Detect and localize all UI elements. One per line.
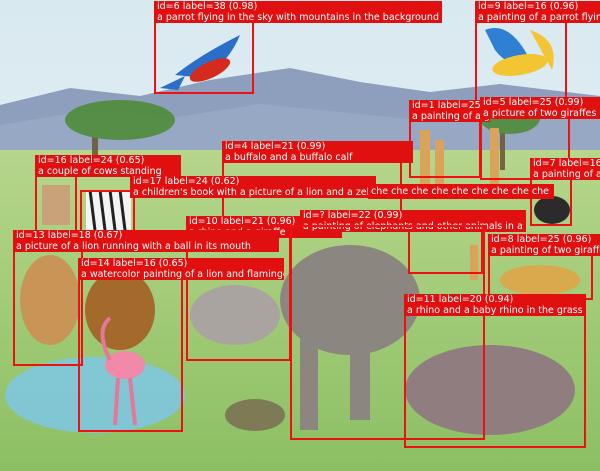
- detection-box[interactable]: [80, 190, 135, 235]
- detection-box[interactable]: [78, 274, 183, 432]
- detection-label: che che che che che che che che che: [368, 184, 554, 199]
- annotated-image: id=6 label=38 (0.98) a parrot flying in t…: [0, 0, 600, 471]
- detection-label: id=9 label=16 (0.96) a painting of a parr…: [475, 1, 600, 23]
- detection-box[interactable]: [186, 236, 291, 361]
- detection-label: id=17 label=24 (0.62) a children's book w…: [130, 176, 376, 198]
- detection-label: id=1 label=25 (0.99)a painting of a gira…: [409, 100, 490, 122]
- detection-label: id=4 label=21 (0.99) a buffalo and a buff…: [222, 141, 413, 163]
- detection-label: id=6 label=38 (0.98) a parrot flying in t…: [154, 1, 442, 23]
- detection-box[interactable]: [475, 18, 567, 104]
- detection-label: id=16 label=24 (0.65) a couple of cows st…: [35, 155, 181, 177]
- detection-box[interactable]: [404, 310, 586, 448]
- detection-label: id=11 label=20 (0.94) a rhino and a baby …: [404, 294, 586, 316]
- detection-box[interactable]: [154, 20, 254, 94]
- detection-label: id=8 label=25 (0.96) a painting of two gi…: [488, 234, 600, 256]
- detection-label: id=5 label=25 (0.99) a picture of two gir…: [480, 97, 600, 119]
- detection-box[interactable]: [13, 246, 83, 366]
- detection-label: id=7 label=16a painting of an ostrich an…: [530, 158, 600, 180]
- detection-label: id=14 label=16 (0.65) a watercolor painti…: [78, 258, 284, 280]
- detection-label: id=13 label=18 (0.67) a picture of a lion…: [13, 230, 279, 252]
- detection-box[interactable]: [409, 118, 481, 178]
- detection-box[interactable]: [488, 250, 593, 300]
- detection-box[interactable]: [35, 172, 77, 232]
- tortoise: [225, 399, 285, 431]
